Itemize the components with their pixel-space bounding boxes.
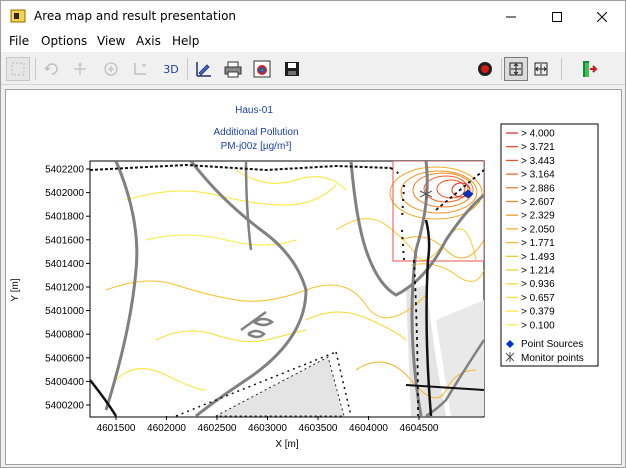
legend-label: > 0.657 [521, 293, 555, 304]
x-tick-label: 4603500 [299, 423, 338, 434]
legend-label: > 3.721 [521, 142, 555, 153]
fit-view-icon [509, 62, 523, 76]
x-tick-label: 4602000 [147, 423, 186, 434]
legend-label: > 1.493 [521, 252, 555, 263]
maximize-button[interactable] [534, 1, 580, 32]
legend-monitor-points-label: Monitor points [521, 353, 584, 364]
menu-bar: File Options View Axis Help [1, 32, 625, 52]
select-button[interactable] [6, 57, 30, 81]
menu-view[interactable]: View [97, 34, 125, 48]
title-bar: Area map and result presentation [1, 1, 625, 32]
y-tick-label: 5400400 [45, 377, 84, 388]
legend-label: > 0.100 [521, 320, 555, 331]
legend-point-sources-label: Point Sources [521, 339, 583, 350]
legend-label: > 0.936 [521, 279, 555, 290]
y-tick-label: 5402000 [45, 188, 84, 199]
close-button[interactable] [579, 1, 625, 32]
y-axis-label: Y [m] [10, 278, 21, 301]
x-axis-label: X [m] [275, 439, 299, 450]
exit-icon [583, 61, 598, 77]
map-canvas[interactable]: 4601500 4602000 4602500 4603000 4603500 46040… [6, 90, 621, 464]
axis-button[interactable] [128, 57, 152, 81]
minimize-button[interactable] [488, 1, 534, 32]
print-icon [224, 61, 242, 78]
app-window: Area map and result presentation File Op… [0, 0, 626, 468]
y-tick-label: 5402200 [45, 165, 84, 176]
x-tick-label: 4602500 [198, 423, 237, 434]
3d-button[interactable]: 3D [159, 57, 183, 81]
pan-button[interactable] [529, 57, 553, 81]
print-button[interactable] [221, 57, 245, 81]
x-tick-label: 4604500 [400, 423, 439, 434]
record-button[interactable] [473, 57, 497, 81]
axis-icon [134, 63, 146, 75]
map-panel: Haus-01 Additional Pollution PM-j00z [µg… [5, 89, 622, 465]
draw-settings-button[interactable] [192, 57, 216, 81]
draw-settings-icon [196, 62, 211, 77]
x-tick-label: 4604000 [349, 423, 388, 434]
menu-axis[interactable]: Axis [136, 34, 161, 48]
legend-label: > 2.050 [521, 224, 555, 235]
legend-label: > 2.607 [521, 197, 555, 208]
y-tick-label: 5400800 [45, 330, 84, 341]
legend-label: > 0.379 [521, 307, 555, 318]
menu-help[interactable]: Help [172, 34, 199, 48]
y-tick-label: 5401000 [45, 306, 84, 317]
save-button[interactable] [280, 57, 304, 81]
y-axis: 5402200 5402000 5401800 5401600 5401400 54012… [45, 165, 90, 412]
toolbar: 3D [1, 53, 625, 85]
exit-button[interactable] [577, 57, 601, 81]
legend-label: > 1.771 [521, 238, 555, 249]
legend-label: > 3.443 [521, 156, 555, 167]
menu-options[interactable]: Options [41, 34, 87, 48]
y-tick-label: 5400600 [45, 353, 84, 364]
x-axis: 4601500 4602000 4602500 4603000 4603500 46040… [97, 416, 439, 434]
maximize-icon [552, 11, 562, 22]
legend-label: > 4.000 [521, 129, 555, 140]
fit-view-button[interactable] [504, 57, 528, 81]
rotate-disabled-icon [74, 62, 86, 75]
3d-label: 3D [163, 62, 179, 76]
y-tick-label: 5401200 [45, 283, 84, 294]
record-icon [478, 62, 492, 76]
rotate-button[interactable] [40, 57, 64, 81]
y-tick-label: 5401400 [45, 259, 84, 270]
minimize-icon [506, 16, 516, 17]
window-title: Area map and result presentation [34, 9, 237, 23]
pan-icon [534, 62, 548, 76]
close-icon [597, 11, 607, 22]
y-tick-label: 5401800 [45, 212, 84, 223]
folder-app-icon [10, 9, 26, 23]
menu-file[interactable]: File [9, 34, 29, 48]
zoom-icon [104, 62, 118, 76]
legend-label: > 1.214 [521, 266, 555, 277]
y-tick-label: 5401600 [45, 235, 84, 246]
x-tick-label: 4603000 [248, 423, 287, 434]
color-map-icon [253, 60, 271, 78]
zoom-button[interactable] [99, 57, 123, 81]
save-icon [285, 62, 299, 76]
legend-label: > 2.329 [521, 211, 555, 222]
rotate-alt-button[interactable] [68, 57, 92, 81]
legend-label: > 3.164 [521, 170, 555, 181]
rotate-icon [44, 63, 58, 75]
x-tick-label: 4601500 [97, 423, 136, 434]
y-tick-label: 5400200 [45, 401, 84, 412]
color-map-button[interactable] [250, 57, 274, 81]
legend-label: > 2.886 [521, 183, 555, 194]
select-icon [11, 62, 25, 76]
